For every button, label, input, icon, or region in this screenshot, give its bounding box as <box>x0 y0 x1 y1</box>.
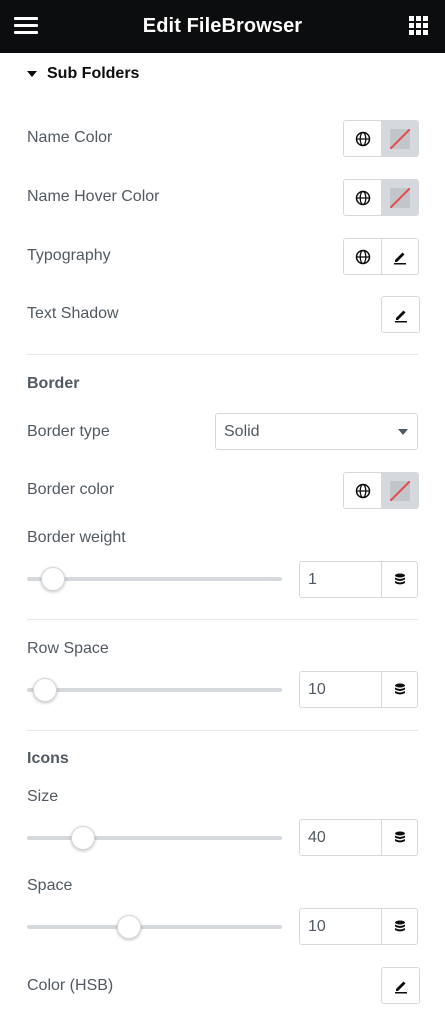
slider-handle[interactable] <box>71 826 96 850</box>
top-bar: Edit FileBrowser <box>0 0 445 53</box>
divider <box>27 730 418 731</box>
name-hover-color-swatch[interactable] <box>381 180 418 215</box>
icon-size-input-group <box>299 819 418 856</box>
row-space-input[interactable] <box>300 672 381 707</box>
globe-icon[interactable] <box>344 121 381 156</box>
border-weight-slider[interactable] <box>27 567 282 591</box>
section-title: Sub Folders <box>47 65 140 82</box>
border-weight-input[interactable] <box>300 562 381 597</box>
icon-size-input[interactable] <box>300 820 381 855</box>
caret-down-icon <box>27 71 37 77</box>
slider-handle[interactable] <box>32 678 57 702</box>
database-icon[interactable] <box>381 672 417 707</box>
text-shadow-control <box>381 296 420 333</box>
globe-icon[interactable] <box>344 180 381 215</box>
icon-space-label: Space <box>27 877 73 894</box>
name-color-control <box>343 120 419 157</box>
pencil-icon[interactable] <box>382 968 419 1003</box>
slider-handle[interactable] <box>40 567 65 591</box>
icon-size-slider[interactable] <box>27 826 282 850</box>
row-space-input-group <box>299 671 418 708</box>
divider <box>27 619 418 620</box>
grid-icon[interactable] <box>409 16 428 35</box>
border-weight-label: Border weight <box>27 529 126 546</box>
icon-space-input[interactable] <box>300 909 381 944</box>
name-hover-color-label: Name Hover Color <box>27 188 160 205</box>
database-icon[interactable] <box>381 562 417 597</box>
typography-label: Typography <box>27 247 111 264</box>
border-type-select[interactable]: Solid <box>215 413 418 450</box>
border-weight-input-group <box>299 561 418 598</box>
pencil-icon[interactable] <box>382 297 419 332</box>
icon-color-control <box>381 967 420 1004</box>
border-color-swatch[interactable] <box>381 473 418 508</box>
icon-space-slider[interactable] <box>27 915 282 939</box>
border-color-label: Border color <box>27 481 115 498</box>
caret-down-icon <box>398 429 408 435</box>
divider <box>27 354 418 355</box>
section-toggle-sub-folders[interactable]: Sub Folders <box>27 62 139 86</box>
icons-heading: Icons <box>27 750 69 767</box>
pencil-icon[interactable] <box>381 239 418 274</box>
icon-space-input-group <box>299 908 418 945</box>
text-shadow-label: Text Shadow <box>27 305 119 322</box>
row-space-slider[interactable] <box>27 678 282 702</box>
panel-title: Edit FileBrowser <box>142 15 303 37</box>
globe-icon[interactable] <box>344 239 381 274</box>
icon-color-label: Color (HSB) <box>27 977 114 994</box>
name-hover-color-control <box>343 179 419 216</box>
icon-size-label: Size <box>27 788 59 805</box>
slider-handle[interactable] <box>117 915 141 939</box>
border-type-label: Border type <box>27 423 110 440</box>
globe-icon[interactable] <box>344 473 381 508</box>
database-icon[interactable] <box>381 820 417 855</box>
name-color-swatch[interactable] <box>381 121 418 156</box>
border-heading: Border <box>27 375 80 392</box>
database-icon[interactable] <box>381 909 417 944</box>
typography-control <box>343 238 419 275</box>
border-type-value: Solid <box>224 423 260 440</box>
border-color-control <box>343 472 419 509</box>
row-space-label: Row Space <box>27 640 109 657</box>
name-color-label: Name Color <box>27 129 113 146</box>
